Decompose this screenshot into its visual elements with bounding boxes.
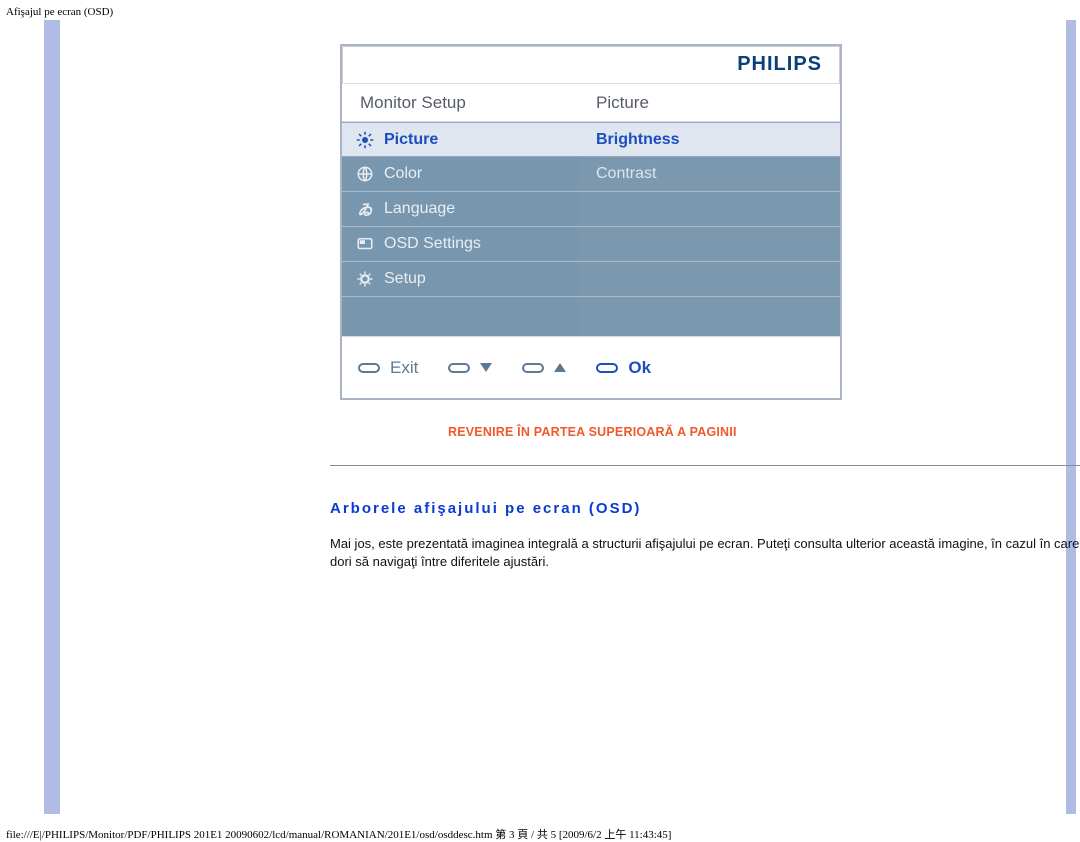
osd-right-item-empty [578, 262, 840, 297]
osd-left-item-label: Language [384, 200, 455, 218]
body-text: Mai jos, este prezentată imaginea integr… [330, 535, 1080, 571]
page: Afişajul pe ecran (OSD) PHILIPS Monitor … [0, 0, 1080, 834]
language-icon: ゐ [356, 200, 374, 218]
return-to-top-link[interactable]: REVENIRE ÎN PARTEA SUPERIOARĂ A PAGINII [448, 425, 737, 439]
footer-line: file:///E|/PHILIPS/Monitor/PDF/PHILIPS 2… [6, 826, 671, 842]
pill-icon [596, 363, 618, 373]
philips-logo: PHILIPS [737, 53, 822, 76]
decorative-left-strip [44, 20, 60, 814]
osd-right-item-empty [578, 227, 840, 262]
osd-left-item-label: Picture [384, 131, 438, 149]
osd-ok-button[interactable]: Ok [596, 358, 651, 378]
osd-icon [356, 235, 374, 253]
osd-left-list: Picture Color ゐ Language [342, 122, 578, 336]
pill-icon [448, 363, 470, 373]
osd-left-item-setup[interactable]: Setup [342, 262, 578, 297]
osd-right-item-label: Contrast [596, 165, 656, 183]
osd-right-item-empty [578, 192, 840, 227]
chevron-up-icon [554, 363, 566, 372]
pill-icon [522, 363, 544, 373]
osd-right-title: Picture [578, 84, 840, 122]
osd-right-item-label: Brightness [596, 131, 680, 149]
osd-footer: Exit Ok [342, 336, 840, 398]
osd-ok-label: Ok [628, 358, 651, 378]
pill-icon [358, 363, 380, 373]
osd-left-column: Monitor Setup Picture Color [342, 84, 578, 336]
osd-down-button[interactable] [448, 363, 492, 373]
osd-left-item-color[interactable]: Color [342, 157, 578, 192]
page-top-label: Afişajul pe ecran (OSD) [6, 6, 113, 18]
gear-icon [356, 270, 374, 288]
osd-exit-button[interactable]: Exit [358, 358, 418, 378]
osd-columns: Monitor Setup Picture Color [342, 84, 840, 336]
osd-left-item-picture[interactable]: Picture [342, 122, 578, 157]
section-title: Arborele afişajului pe ecran (OSD) [330, 500, 641, 517]
chevron-down-icon [480, 363, 492, 372]
osd-right-column: Picture Brightness Contrast [578, 84, 840, 336]
globe-icon [356, 165, 374, 183]
osd-exit-label: Exit [390, 358, 418, 378]
divider [330, 465, 1080, 466]
sun-icon [356, 131, 374, 149]
osd-right-item-contrast[interactable]: Contrast [578, 157, 840, 192]
osd-left-title: Monitor Setup [342, 84, 578, 122]
osd-header: PHILIPS [342, 46, 840, 84]
osd-left-item-label: OSD Settings [384, 235, 481, 253]
osd-right-item-brightness[interactable]: Brightness [578, 122, 840, 157]
decorative-right-strip [1066, 20, 1076, 814]
osd-left-item-label: Setup [384, 270, 426, 288]
osd-panel: PHILIPS Monitor Setup Picture [340, 44, 842, 400]
osd-left-item-language[interactable]: ゐ Language [342, 192, 578, 227]
osd-right-list: Brightness Contrast [578, 122, 840, 336]
osd-up-button[interactable] [522, 363, 566, 373]
osd-left-item-label: Color [384, 165, 422, 183]
osd-left-item-osd-settings[interactable]: OSD Settings [342, 227, 578, 262]
